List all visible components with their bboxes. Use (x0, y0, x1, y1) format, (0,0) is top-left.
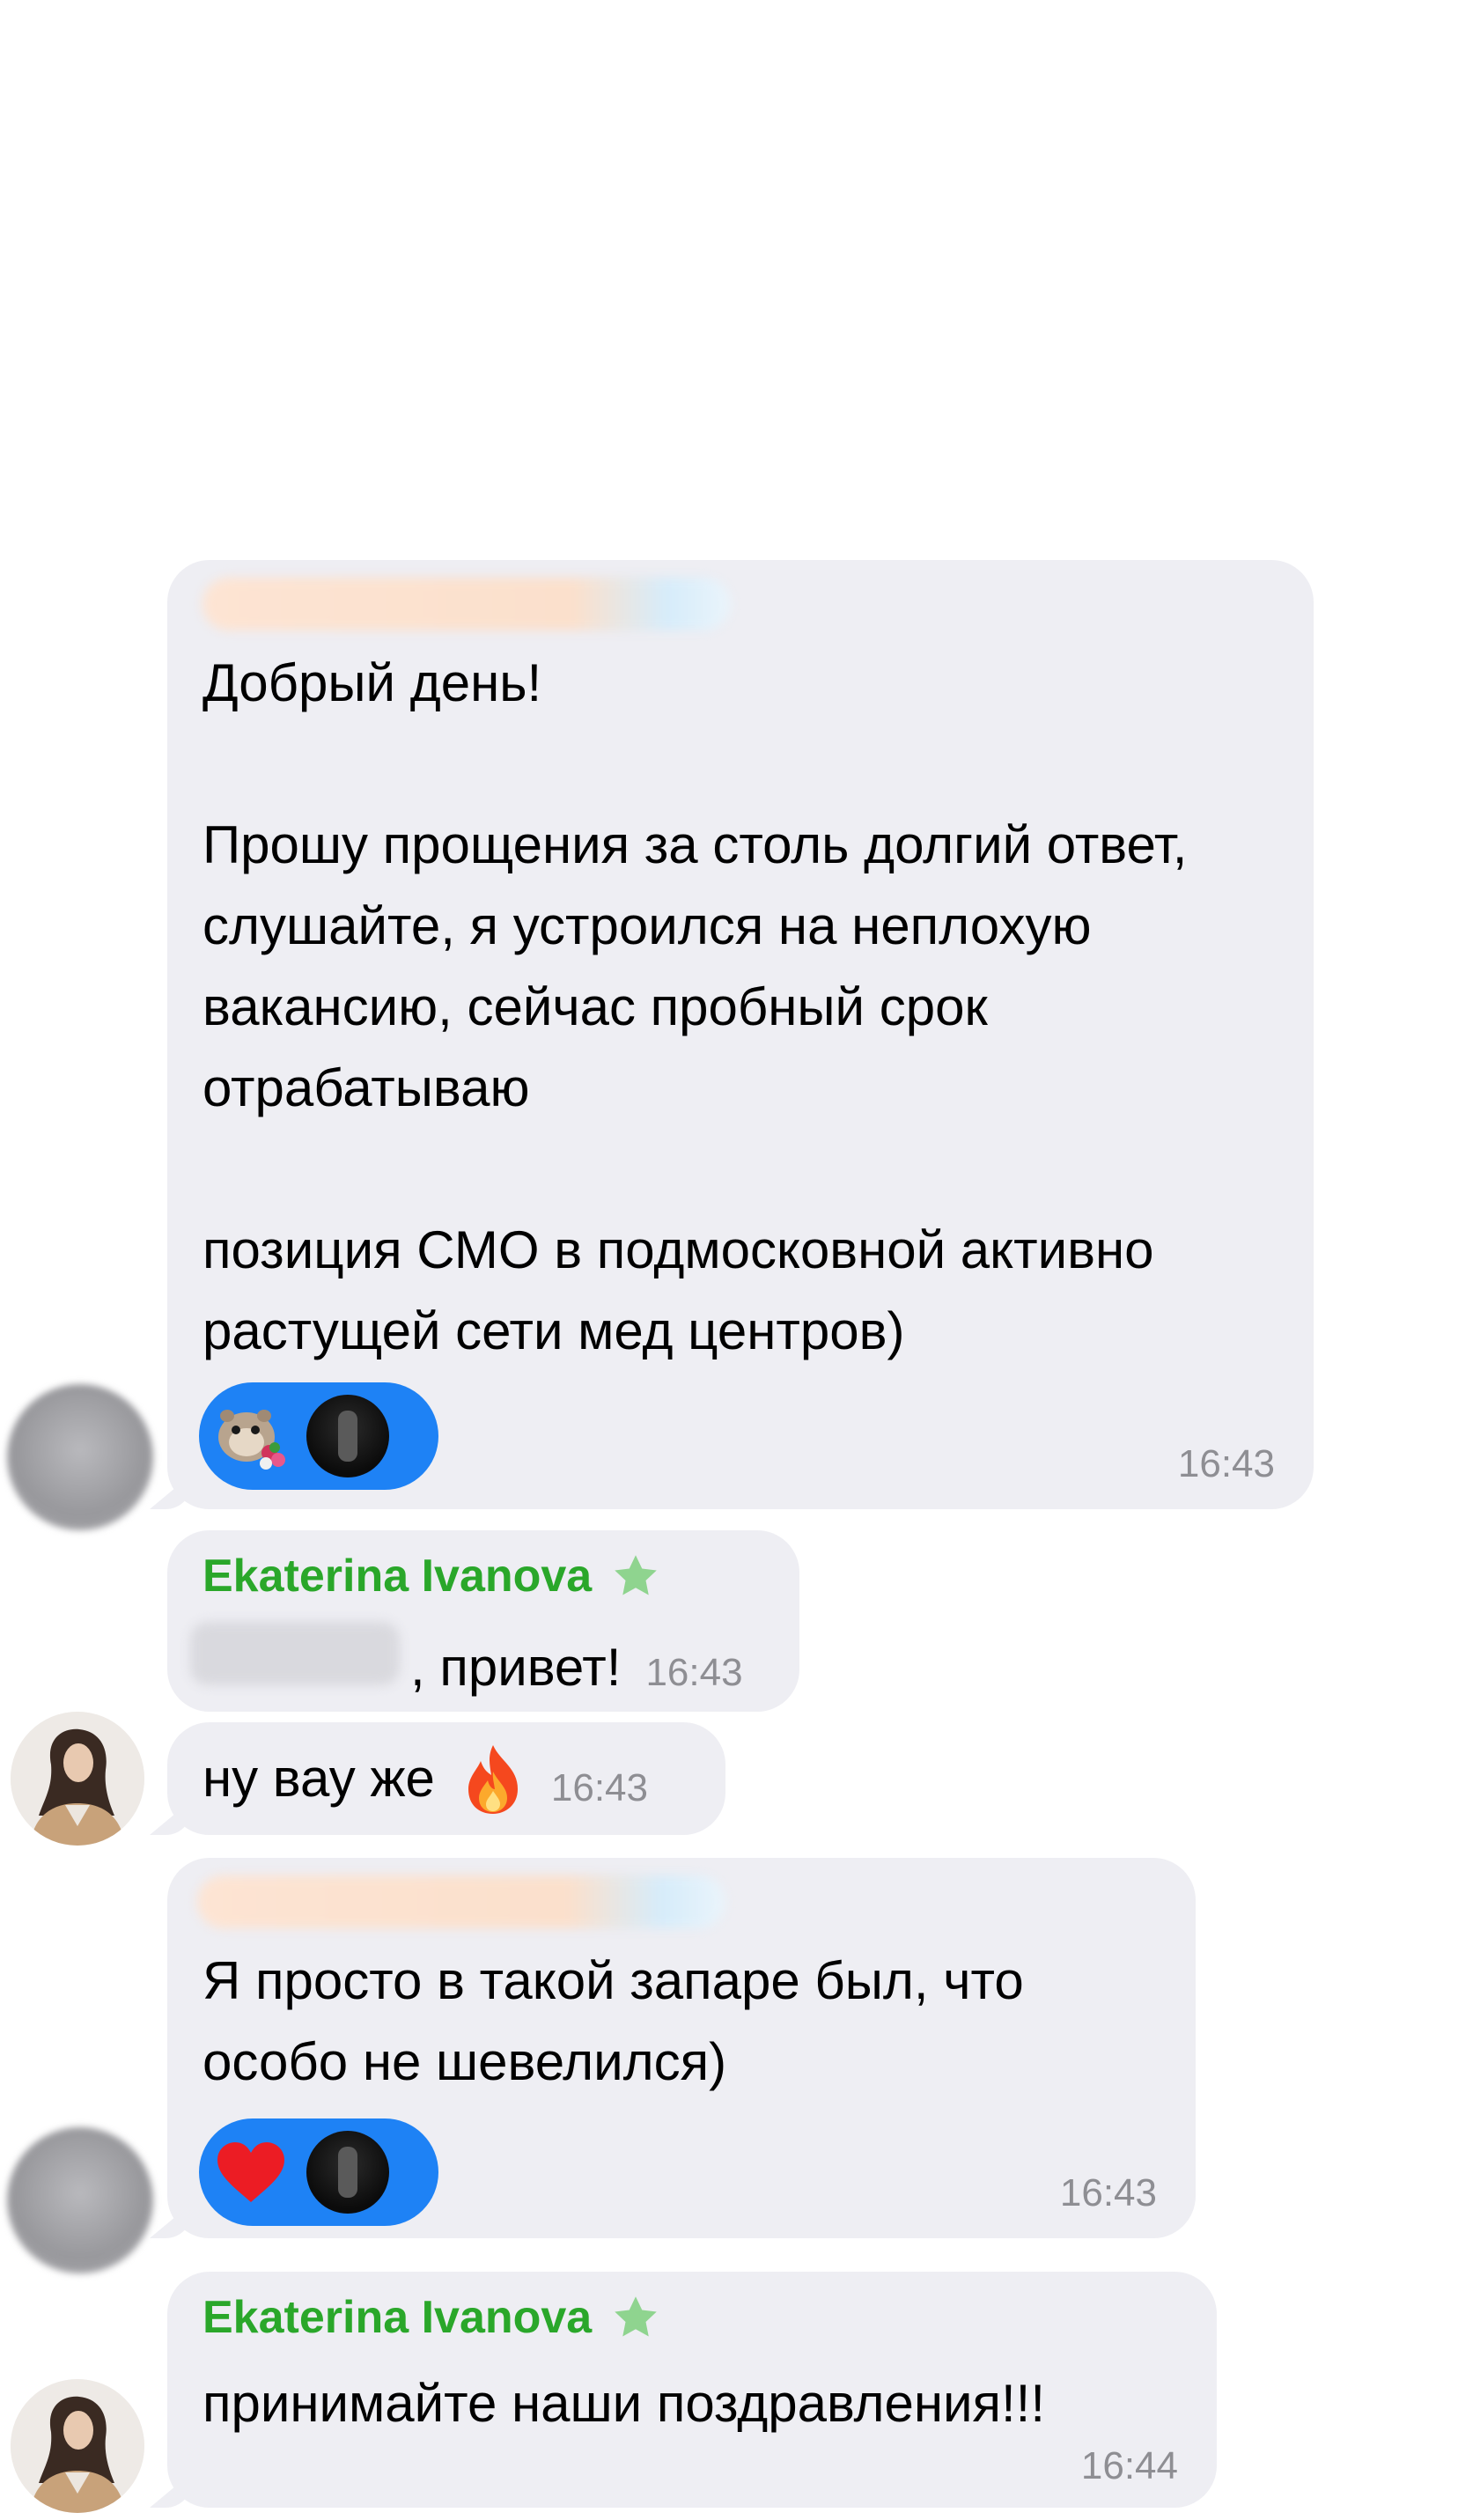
message-text: Я просто в такой запаре был, что особо н… (202, 1951, 1024, 2091)
chat-thread: Добрый день! Прошу прощения за столь дол… (0, 0, 1458, 2520)
bubble-tail (150, 2203, 192, 2238)
sender-name[interactable]: Ekaterina Ivanova (202, 1550, 662, 1603)
star-icon (615, 2296, 657, 2337)
sender-name-blurred (202, 578, 731, 630)
sender-name-label: Ekaterina Ivanova (202, 2292, 593, 2343)
bubble-tail (150, 1800, 192, 1835)
message-timestamp: 16:43 (645, 1651, 743, 1694)
recipient-name-blurred (190, 1622, 400, 1685)
message-text: ну вау же (202, 1749, 435, 1808)
sender-avatar[interactable] (11, 1712, 144, 1846)
message-timestamp: 16:43 (550, 1766, 648, 1809)
message-bubble[interactable]: Я просто в такой запаре был, что особо н… (150, 1858, 1196, 2238)
message-bubble[interactable]: Ekaterina Ivanova , привет! 16:43 (167, 1530, 799, 1712)
reactions-pill[interactable] (199, 2118, 438, 2226)
sender-avatar[interactable] (7, 1384, 153, 1530)
heart-emoji-icon (211, 2133, 291, 2212)
reaction-user-avatar (306, 2131, 389, 2214)
message-text: Добрый день! Прошу прощения за столь дол… (202, 653, 1188, 1360)
sender-name-label: Ekaterina Ivanova (202, 1551, 593, 1602)
fire-emoji-icon (468, 1745, 518, 1814)
hamster-flowers-emoji (211, 1396, 291, 1476)
message-bubble[interactable]: Ekaterina Ivanova принимайте наши поздра… (150, 2272, 1217, 2508)
message-text: , привет! (410, 1638, 622, 1697)
message-text: принимайте наши поздравления!!! (202, 2374, 1045, 2433)
message-bubble[interactable]: ну вау же 16:43 (150, 1722, 725, 1835)
bubble-tail (150, 2472, 192, 2508)
bubble-tail (150, 1474, 192, 1509)
sender-avatar[interactable] (11, 2379, 144, 2513)
sender-name[interactable]: Ekaterina Ivanova (202, 2291, 662, 2344)
message-timestamp: 16:44 (1080, 2444, 1178, 2487)
message-timestamp: 16:43 (1177, 1442, 1275, 1485)
star-icon (615, 1555, 657, 1595)
sender-avatar[interactable] (7, 2127, 153, 2273)
reactions-pill[interactable] (199, 1382, 438, 1490)
sender-name-blurred (197, 1875, 725, 1928)
message-timestamp: 16:43 (1059, 2171, 1157, 2214)
reaction-user-avatar (306, 1395, 389, 1477)
message-bubble[interactable]: Добрый день! Прошу прощения за столь дол… (150, 560, 1314, 1509)
